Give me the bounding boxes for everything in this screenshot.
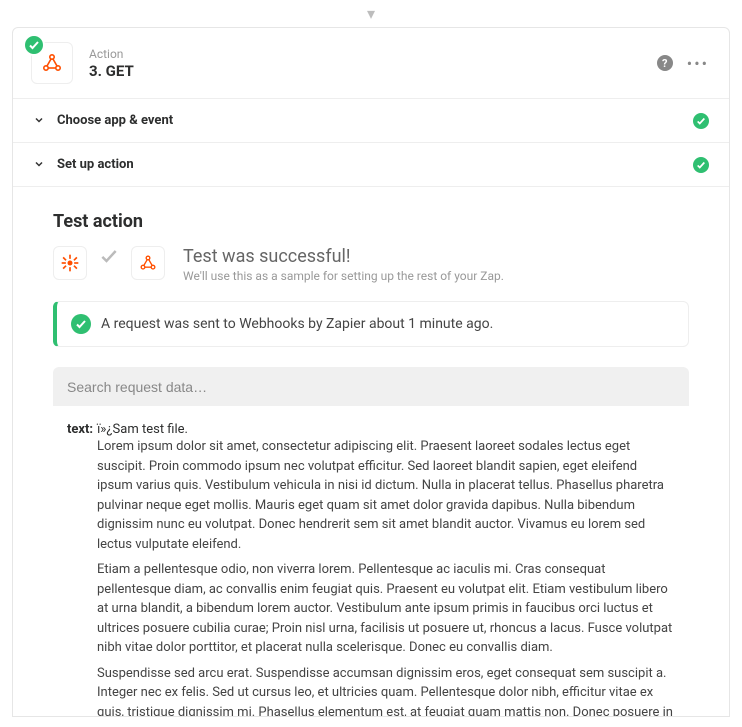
success-heading: Test was successful! <box>183 246 504 267</box>
success-banner: A request was sent to Webhooks by Zapier… <box>53 301 689 347</box>
action-step-card: Action 3. GET ? ••• Choose app & event S… <box>12 27 730 717</box>
success-row: Test was successful! We'll use this as a… <box>53 246 689 283</box>
result-key: text: <box>67 422 93 437</box>
banner-text: A request was sent to Webhooks by Zapier… <box>101 316 493 332</box>
more-menu-icon[interactable]: ••• <box>687 54 709 73</box>
check-divider-icon <box>99 246 119 266</box>
result-paragraph: Etiam a pellentesque odio, non viverra l… <box>97 560 675 658</box>
section-choose-app[interactable]: Choose app & event <box>13 98 729 142</box>
chevron-down-icon <box>33 111 45 130</box>
search-input[interactable] <box>67 379 675 395</box>
step-subtitle: Action <box>89 47 134 61</box>
section-label: Set up action <box>57 157 134 172</box>
banner-check-icon <box>71 314 91 334</box>
result-data-scroll[interactable]: text: ï»¿Sam test file. Lorem ipsum dolo… <box>53 406 689 716</box>
result-paragraph: Suspendisse sed arcu erat. Suspendisse a… <box>97 664 675 717</box>
webhooks-app-icon <box>131 246 165 280</box>
section-set-up-action[interactable]: Set up action <box>13 142 729 186</box>
step-header: Action 3. GET ? ••• <box>13 28 729 98</box>
section-complete-icon <box>693 113 709 129</box>
test-action-title: Test action <box>53 211 689 232</box>
help-icon[interactable]: ? <box>657 55 673 71</box>
search-bar <box>53 367 689 406</box>
step-complete-check-icon <box>23 34 45 56</box>
step-title: 3. GET <box>89 62 134 80</box>
result-inline-value: ï»¿Sam test file. <box>97 422 188 437</box>
section-complete-icon <box>693 157 709 173</box>
results-panel: text: ï»¿Sam test file. Lorem ipsum dolo… <box>53 367 689 716</box>
flow-arrow-icon: ▾ <box>0 0 742 27</box>
test-action-body: Test action Test was successful! We'll <box>13 186 729 716</box>
chevron-down-icon <box>33 155 45 174</box>
result-paragraph: Lorem ipsum dolor sit amet, consectetur … <box>97 437 675 554</box>
zapier-app-icon <box>53 246 87 280</box>
section-label: Choose app & event <box>57 113 173 128</box>
success-subtext: We'll use this as a sample for setting u… <box>183 269 504 283</box>
